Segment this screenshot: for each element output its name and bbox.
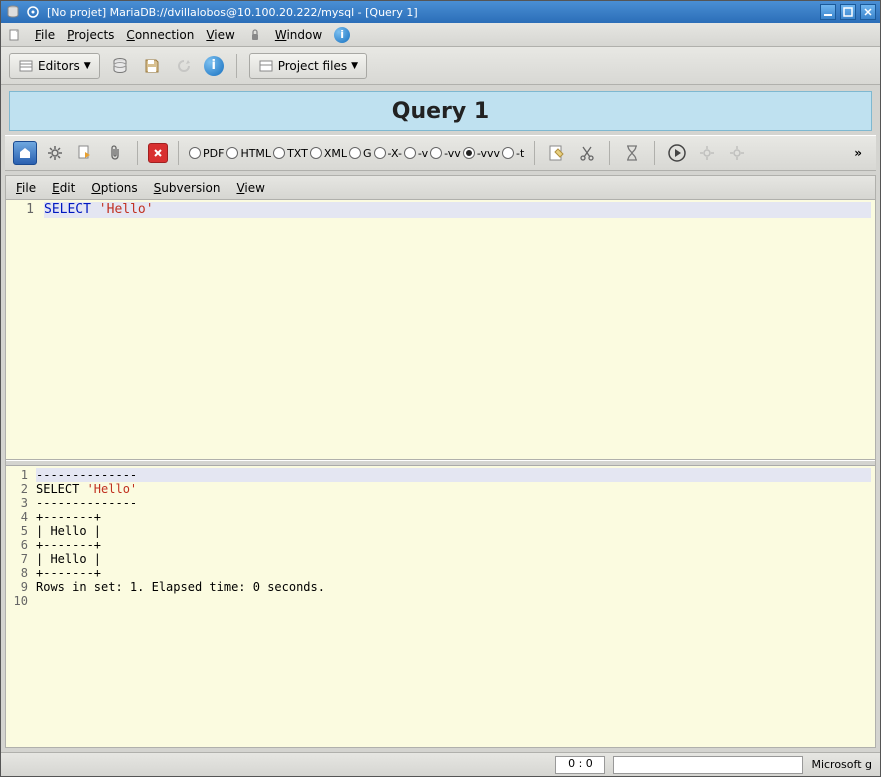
radio-x[interactable]: -X- — [374, 147, 402, 160]
editors-dropdown[interactable]: Editors ▼ — [9, 53, 100, 79]
editor-menubar: File Edit Options Subversion View — [6, 176, 875, 200]
editors-label: Editors — [38, 59, 80, 73]
status-right: Microsoft g — [811, 758, 872, 771]
info-icon[interactable]: i — [334, 27, 350, 43]
radio-t[interactable]: -t — [502, 147, 524, 160]
attachment-icon[interactable] — [103, 141, 127, 165]
edit-area: File Edit Options Subversion View 1 SELE… — [5, 175, 876, 748]
separator — [236, 54, 237, 78]
editor-menu-view[interactable]: View — [236, 181, 264, 195]
app-icon — [5, 4, 21, 20]
output-line: +-------+ — [36, 510, 871, 524]
gear-icon-3[interactable] — [725, 141, 749, 165]
statusbar: 0 : 0 Microsoft g — [1, 752, 880, 776]
menu-projects[interactable]: Projects — [67, 28, 114, 42]
editor-menu-subversion[interactable]: Subversion — [154, 181, 221, 195]
close-button[interactable] — [860, 4, 876, 20]
separator — [137, 141, 138, 165]
pin-icon[interactable] — [25, 4, 41, 20]
chevron-down-icon: ▼ — [84, 61, 91, 71]
code-line[interactable]: SELECT 'Hello' — [44, 202, 871, 218]
query-title-banner: Query 1 — [9, 91, 872, 131]
menu-connection[interactable]: Connection — [126, 28, 194, 42]
output-line: +-------+ — [36, 566, 871, 580]
output-line — [36, 594, 871, 608]
maximize-button[interactable] — [840, 4, 856, 20]
sql-editor[interactable]: 1 SELECT 'Hello' — [6, 200, 875, 460]
line-number: 1 — [8, 202, 34, 218]
menu-file[interactable]: File — [35, 28, 55, 42]
database-icon[interactable] — [108, 54, 132, 78]
radio-txt[interactable]: TXT — [273, 147, 308, 160]
editor-menu-file[interactable]: File — [16, 181, 36, 195]
output-line: +-------+ — [36, 538, 871, 552]
output-gutter: 12345678910 — [6, 466, 32, 747]
editors-icon — [18, 58, 34, 74]
query-title: Query 1 — [392, 99, 489, 124]
editor-gutter: 1 — [6, 200, 40, 459]
refresh-icon[interactable] — [172, 54, 196, 78]
separator — [178, 141, 179, 165]
status-input[interactable] — [613, 756, 803, 774]
projectfiles-dropdown[interactable]: Project files ▼ — [249, 53, 367, 79]
output-line: SELECT 'Hello' — [36, 482, 871, 496]
export-format-group: PDF HTML TXT XML G -X- -v -vv -vvv -t — [189, 147, 524, 160]
radio-pdf[interactable]: PDF — [189, 147, 224, 160]
output-line: -------------- — [36, 468, 871, 482]
home-icon[interactable] — [13, 141, 37, 165]
page-go-icon[interactable] — [73, 141, 97, 165]
radio-vvv[interactable]: -vvv — [463, 147, 500, 160]
minimize-button[interactable] — [820, 4, 836, 20]
stop-icon[interactable] — [148, 143, 168, 163]
separator — [534, 141, 535, 165]
chevron-down-icon: ▼ — [351, 61, 358, 71]
menu-window[interactable]: Window — [275, 28, 322, 42]
radio-v[interactable]: -v — [404, 147, 428, 160]
output-pane[interactable]: 12345678910 -------------- SELECT 'Hello… — [6, 466, 875, 747]
separator — [609, 141, 610, 165]
menu-view[interactable]: View — [206, 28, 234, 42]
main-menubar: File Projects Connection View Window i — [1, 23, 880, 47]
edit-icon[interactable] — [545, 141, 569, 165]
gear-icon[interactable] — [43, 141, 67, 165]
radio-vv[interactable]: -vv — [430, 147, 461, 160]
play-icon[interactable] — [665, 141, 689, 165]
toolbar-query: PDF HTML TXT XML G -X- -v -vv -vvv -t — [5, 135, 876, 171]
new-icon[interactable] — [7, 27, 23, 43]
more-icon[interactable]: » — [848, 146, 868, 160]
titlebar: [No projet] MariaDB://dvillalobos@10.100… — [1, 1, 880, 23]
toolbar-editors: Editors ▼ i Project files ▼ — [1, 47, 880, 85]
cut-icon[interactable] — [575, 141, 599, 165]
editor-menu-options[interactable]: Options — [91, 181, 137, 195]
output-content: -------------- SELECT 'Hello' ----------… — [32, 466, 875, 747]
hourglass-icon[interactable] — [620, 141, 644, 165]
window-title: [No projet] MariaDB://dvillalobos@10.100… — [45, 6, 816, 19]
editor-menu-edit[interactable]: Edit — [52, 181, 75, 195]
output-line: | Hello | — [36, 524, 871, 538]
output-line: | Hello | — [36, 552, 871, 566]
output-line: -------------- — [36, 496, 871, 510]
cursor-position: 0 : 0 — [555, 756, 605, 774]
separator — [654, 141, 655, 165]
radio-g[interactable]: G — [349, 147, 372, 160]
app-window: [No projet] MariaDB://dvillalobos@10.100… — [0, 0, 881, 777]
projectfiles-label: Project files — [278, 59, 347, 73]
save-icon[interactable] — [140, 54, 164, 78]
gear-icon-2[interactable] — [695, 141, 719, 165]
output-line: Rows in set: 1. Elapsed time: 0 seconds. — [36, 580, 871, 594]
editor-content[interactable]: SELECT 'Hello' — [40, 200, 875, 459]
radio-html[interactable]: HTML — [226, 147, 271, 160]
lock-icon[interactable] — [247, 27, 263, 43]
radio-xml[interactable]: XML — [310, 147, 347, 160]
projectfiles-icon — [258, 58, 274, 74]
info-icon-2[interactable]: i — [204, 56, 224, 76]
